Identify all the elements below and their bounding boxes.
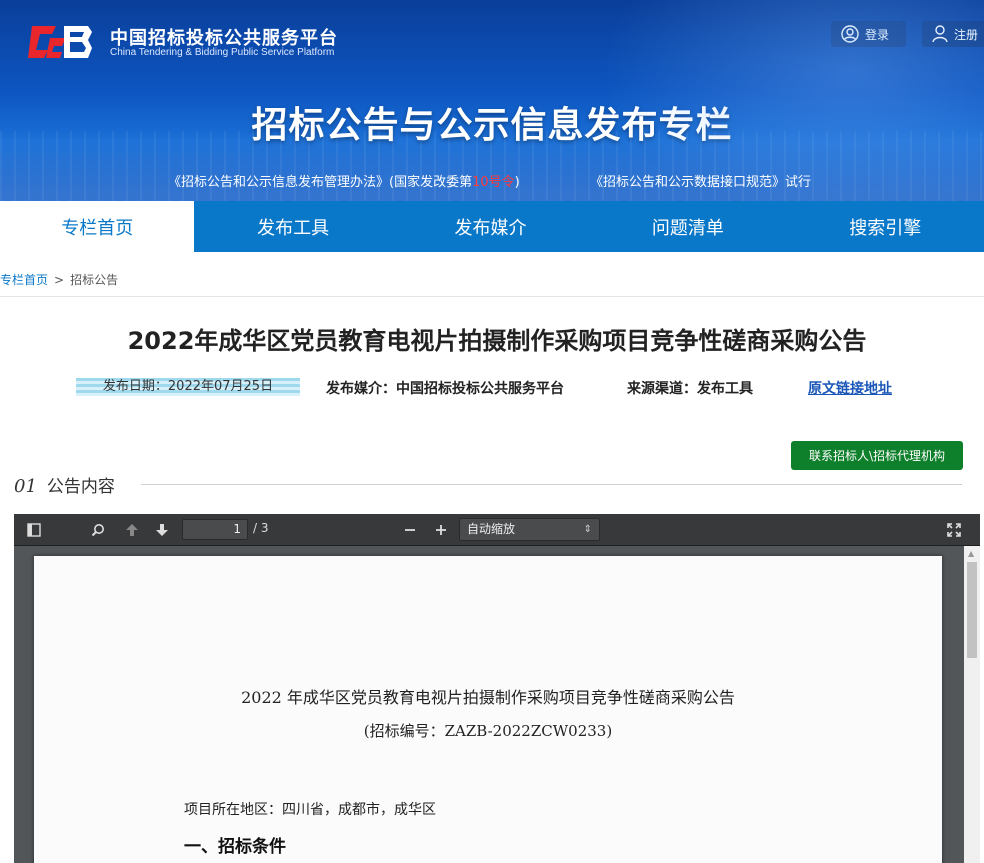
policy-1-prefix: 《招标公告和公示信息发布管理办法》(国家发改委第	[168, 175, 473, 190]
sidebar-toggle-icon[interactable]	[24, 520, 44, 540]
arrow-down-icon[interactable]	[152, 520, 172, 540]
policy-link-1[interactable]: 《招标公告和公示信息发布管理办法》(国家发改委第10号令)	[168, 171, 520, 190]
site-name-en: China Tendering & Bidding Public Service…	[110, 47, 335, 58]
source-channel: 来源渠道：发布工具	[627, 381, 753, 397]
main-nav: 专栏首页 发布工具 发布媒介 问题清单 搜索引擎	[0, 201, 984, 252]
scroll-up-icon[interactable]: ▲	[968, 549, 974, 558]
page-number-input[interactable]: 1	[182, 519, 248, 540]
breadcrumb: 专栏首页 > 招标公告	[0, 271, 118, 288]
page-count: / 3	[253, 521, 269, 535]
contact-agency-button[interactable]: 联系招标人\招标代理机构	[791, 441, 963, 470]
original-link[interactable]: 原文链接地址	[808, 378, 892, 398]
scroll-thumb[interactable]	[967, 562, 977, 658]
user-circle-icon	[841, 25, 859, 43]
zoom-select[interactable]: 自动缩放 ⇕	[459, 518, 600, 541]
pdf-viewer: 1 / 3 自动缩放 ⇕ 2022 年成华区党员教育电视片拍摄制作采购项目竞争性…	[14, 514, 980, 863]
platform-logo-icon	[28, 26, 92, 58]
fullscreen-icon[interactable]	[944, 520, 964, 540]
document-heading: 一、招标条件	[184, 837, 286, 857]
zoom-value: 自动缩放	[467, 522, 516, 536]
login-button[interactable]: 登录	[831, 21, 906, 47]
article-title: 2022年成华区党员教育电视片拍摄制作采购项目竞争性磋商采购公告	[127, 327, 867, 355]
publish-media: 发布媒介：中国招标投标公共服务平台	[326, 381, 564, 397]
nav-item-search[interactable]: 搜索引擎	[787, 201, 984, 252]
select-arrows-icon: ⇕	[583, 524, 592, 535]
banner-title: 招标公告与公示信息发布专栏	[251, 105, 733, 146]
document-title: 2022 年成华区党员教育电视片拍摄制作采购项目竞争性磋商采购公告	[241, 688, 735, 707]
policy-link-2[interactable]: 《招标公告和公示数据接口规范》试行	[590, 171, 811, 190]
document-location: 项目所在地区：四川省，成都市，成华区	[184, 802, 436, 818]
section-label: 公告内容	[46, 477, 115, 497]
arrow-up-icon[interactable]	[122, 520, 142, 540]
breadcrumb-current: 招标公告	[70, 273, 119, 287]
policy-1-suffix: )	[514, 175, 520, 190]
header-banner: 中国招标投标公共服务平台 China Tendering & Bidding P…	[0, 0, 984, 201]
breadcrumb-home[interactable]: 专栏首页	[0, 271, 48, 288]
zoom-out-icon[interactable]	[400, 520, 420, 540]
pdf-page: 2022 年成华区党员教育电视片拍摄制作采购项目竞争性磋商采购公告 (招标编号：…	[34, 556, 942, 863]
search-icon[interactable]	[88, 520, 108, 540]
nav-item-faq[interactable]: 问题清单	[589, 201, 786, 252]
register-label: 注册	[954, 27, 979, 42]
nav-item-tools[interactable]: 发布工具	[194, 201, 391, 252]
document-code: (招标编号：ZAZB-2022ZCW0233)	[363, 722, 613, 740]
zoom-in-icon[interactable]	[431, 520, 451, 540]
section-header: 01 公告内容	[14, 472, 115, 497]
login-label: 登录	[865, 27, 890, 42]
user-icon	[932, 25, 948, 43]
nav-item-home[interactable]: 专栏首页	[0, 201, 195, 252]
section-number: 01	[14, 476, 37, 497]
scrollbar[interactable]: ▲	[964, 546, 980, 863]
publish-date: 发布日期：2022年07月25日	[76, 378, 300, 396]
register-button[interactable]: 注册	[922, 21, 984, 47]
policy-1-number: 10号令	[472, 175, 515, 190]
chevron-right-icon: >	[54, 272, 65, 287]
section-divider	[141, 484, 962, 485]
divider	[0, 296, 984, 297]
nav-item-media[interactable]: 发布媒介	[392, 201, 589, 252]
pdf-toolbar: 1 / 3 自动缩放 ⇕	[14, 514, 980, 546]
